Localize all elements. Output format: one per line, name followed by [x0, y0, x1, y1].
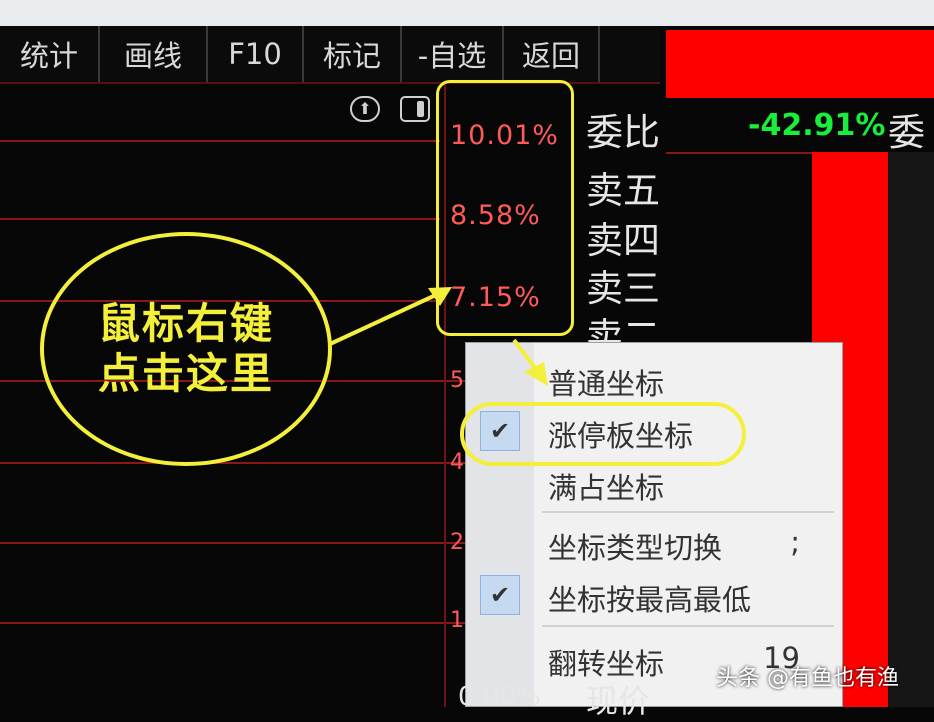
current-price-label: 现价	[586, 682, 651, 720]
price-axis-bottom-label: 0.00%	[458, 682, 541, 712]
annotation-arrows	[329, 287, 548, 386]
watermark: 头条 @有鱼也有渔	[716, 666, 899, 691]
arrow-line	[329, 292, 439, 346]
arrow-head-icon	[524, 362, 548, 386]
